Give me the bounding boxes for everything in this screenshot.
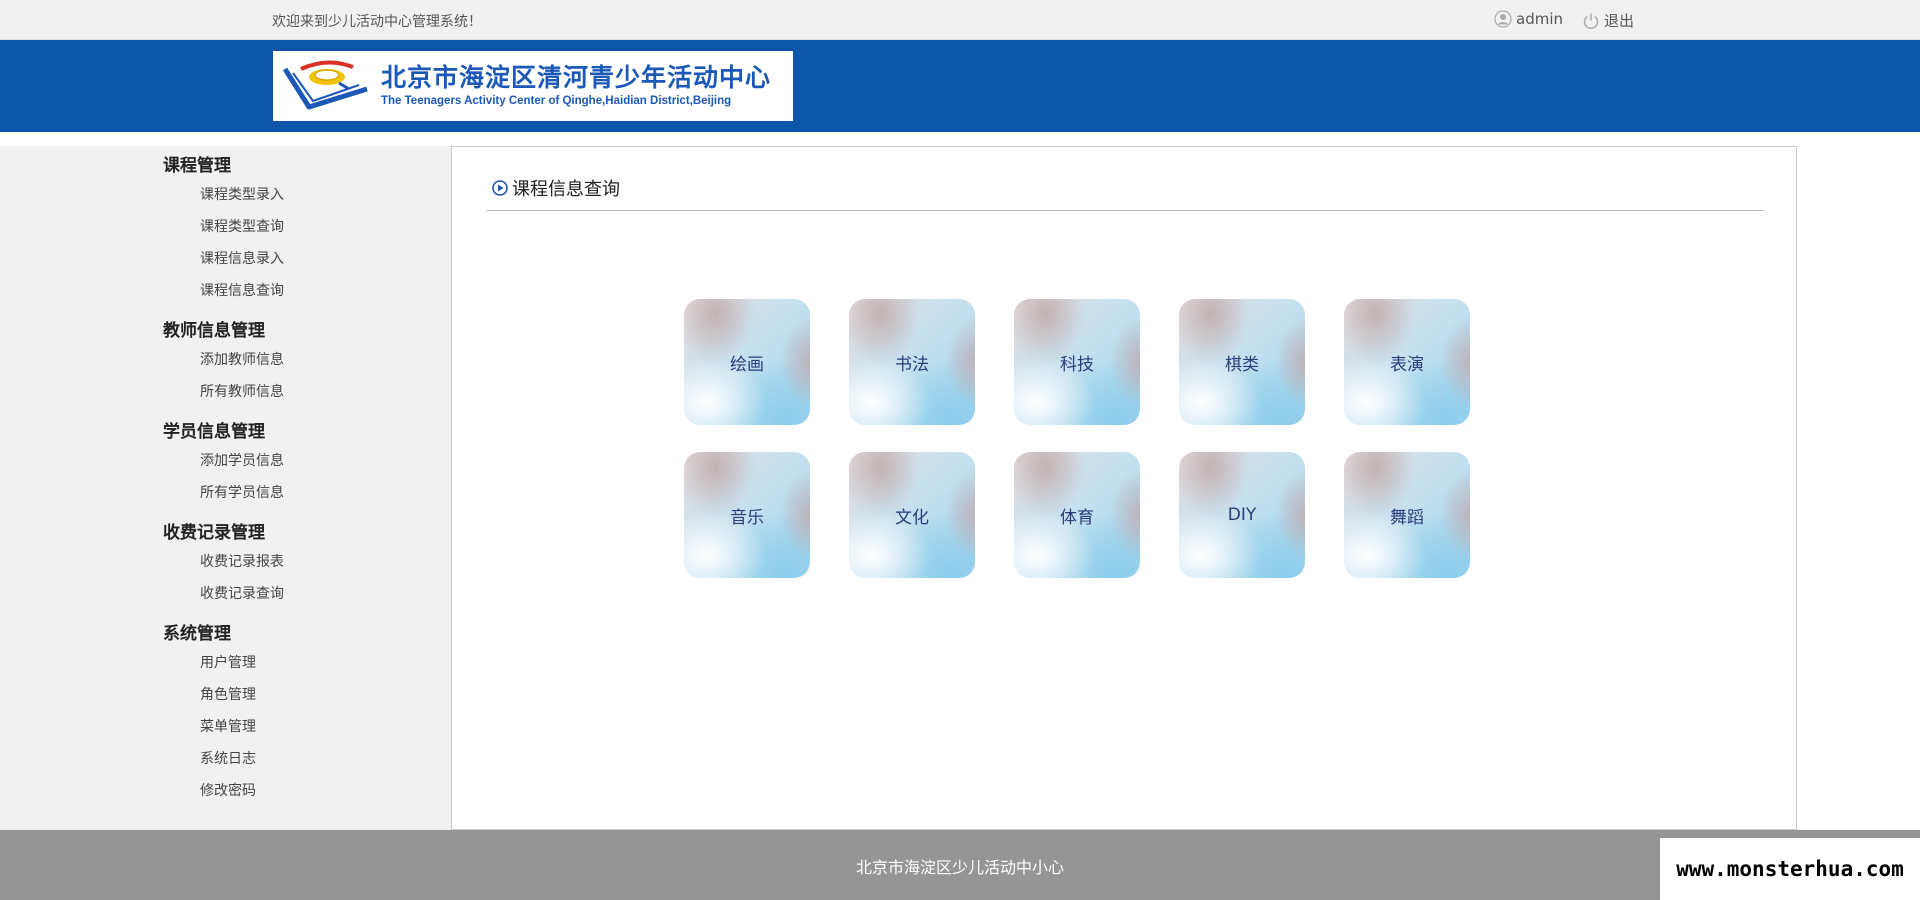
category-tile-diy[interactable]: DIY xyxy=(1179,452,1305,578)
sidebar-item-student-add[interactable]: 添加学员信息 xyxy=(200,450,284,470)
site-logo: 北京市海淀区清河青少年活动中心 The Teenagers Activity C… xyxy=(273,51,793,121)
category-label: 文化 xyxy=(895,507,929,528)
power-icon xyxy=(1583,13,1599,29)
category-label: DIY xyxy=(1227,505,1257,525)
category-tile-sports[interactable]: 体育 xyxy=(1014,452,1140,578)
user-name: admin xyxy=(1516,10,1563,28)
sidebar-item-teacher-add[interactable]: 添加教师信息 xyxy=(200,349,284,369)
watermark-text: www.monsterhua.com xyxy=(1676,857,1904,881)
footer-text: 北京市海淀区少儿活动中小心 xyxy=(855,858,1064,877)
sidebar-item-teacher-all[interactable]: 所有教师信息 xyxy=(200,381,284,401)
sidebar-group-system[interactable]: 系统管理 xyxy=(163,619,231,644)
page-title-text: 课程信息查询 xyxy=(512,179,620,200)
category-label: 书法 xyxy=(895,354,929,375)
category-label: 体育 xyxy=(1060,507,1094,528)
category-label: 表演 xyxy=(1390,354,1424,375)
content-panel: 课程信息查询 绘画 书法 科技 棋类 表演 音乐 文化 体育 DIY 舞蹈 xyxy=(451,146,1797,830)
logo-title-en: The Teenagers Activity Center of Qinghe,… xyxy=(381,95,732,107)
sidebar-item-course-info-query[interactable]: 课程信息查询 xyxy=(200,280,284,300)
play-circle-icon xyxy=(492,180,508,196)
logo-title-cn: 北京市海淀区清河青少年活动中心 xyxy=(381,63,772,92)
sidebar-item-course-info-add[interactable]: 课程信息录入 xyxy=(200,248,284,268)
sidebar-group-course[interactable]: 课程管理 xyxy=(163,151,231,176)
header-banner: 北京市海淀区清河青少年活动中心 The Teenagers Activity C… xyxy=(0,40,1920,132)
sidebar-item-menus[interactable]: 菜单管理 xyxy=(200,716,256,736)
category-tile-dance[interactable]: 舞蹈 xyxy=(1344,452,1470,578)
sidebar-item-student-all[interactable]: 所有学员信息 xyxy=(200,482,284,502)
watermark: www.monsterhua.com xyxy=(1660,838,1920,900)
sidebar-group-fee[interactable]: 收费记录管理 xyxy=(163,518,265,543)
sidebar-item-system-log[interactable]: 系统日志 xyxy=(200,748,256,768)
sidebar-item-users[interactable]: 用户管理 xyxy=(200,652,256,672)
category-tile-performance[interactable]: 表演 xyxy=(1344,299,1470,425)
title-divider xyxy=(486,210,1764,211)
sidebar-item-change-password[interactable]: 修改密码 xyxy=(200,780,256,800)
category-label: 音乐 xyxy=(730,507,764,528)
sidebar-group-teacher[interactable]: 教师信息管理 xyxy=(163,316,265,341)
logout-label: 退出 xyxy=(1604,12,1635,30)
category-tile-culture[interactable]: 文化 xyxy=(849,452,975,578)
category-label: 科技 xyxy=(1060,354,1094,375)
sidebar-item-fee-query[interactable]: 收费记录查询 xyxy=(200,583,284,603)
category-label: 棋类 xyxy=(1225,354,1259,375)
welcome-text: 欢迎来到少儿活动中心管理系统！ xyxy=(272,14,482,30)
sidebar-item-course-type-add[interactable]: 课程类型录入 xyxy=(200,184,284,204)
logo-emblem-icon xyxy=(282,60,368,110)
page-title: 课程信息查询 xyxy=(492,175,620,201)
category-label: 绘画 xyxy=(730,354,764,375)
user-link[interactable]: admin xyxy=(1494,10,1563,28)
top-bar: 欢迎来到少儿活动中心管理系统！ admin 退出 xyxy=(0,0,1920,40)
category-tile-music[interactable]: 音乐 xyxy=(684,452,810,578)
logout-button[interactable]: 退出 xyxy=(1582,10,1634,31)
category-tile-chess[interactable]: 棋类 xyxy=(1179,299,1305,425)
footer: 北京市海淀区少儿活动中小心 xyxy=(0,830,1920,900)
sidebar-item-course-type-query[interactable]: 课程类型查询 xyxy=(200,216,284,236)
sidebar-group-student[interactable]: 学员信息管理 xyxy=(163,417,265,442)
sidebar-item-fee-report[interactable]: 收费记录报表 xyxy=(200,551,284,571)
user-icon xyxy=(1494,10,1512,28)
category-label: 舞蹈 xyxy=(1390,507,1424,528)
category-tile-painting[interactable]: 绘画 xyxy=(684,299,810,425)
sidebar: 课程管理 课程类型录入 课程类型查询 课程信息录入 课程信息查询 教师信息管理 … xyxy=(0,146,451,830)
sidebar-item-roles[interactable]: 角色管理 xyxy=(200,684,256,704)
category-tile-technology[interactable]: 科技 xyxy=(1014,299,1140,425)
category-tile-calligraphy[interactable]: 书法 xyxy=(849,299,975,425)
